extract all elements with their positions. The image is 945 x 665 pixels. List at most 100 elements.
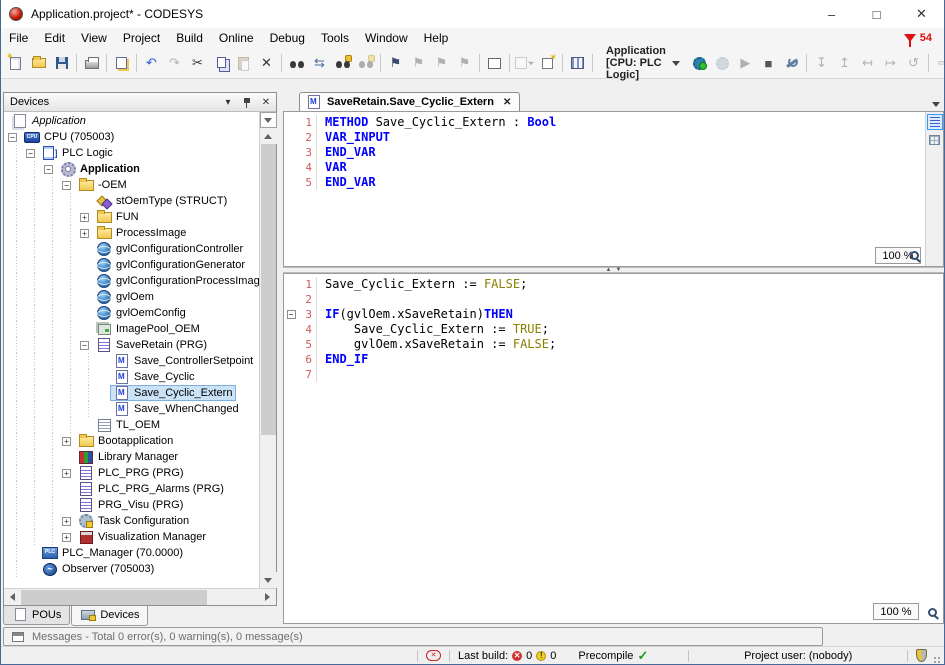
maximize-button[interactable]: □: [854, 0, 899, 28]
replace-in-project-button[interactable]: [354, 51, 377, 75]
code-text[interactable]: METHOD Save_Cyclic_Extern : Bool: [317, 115, 556, 130]
tree-item-content[interactable]: SaveRetain (PRG): [92, 337, 211, 353]
step-into-button[interactable]: ↥: [833, 51, 856, 75]
start-button[interactable]: ▶: [734, 51, 757, 75]
pending-changes-indicator[interactable]: 54: [904, 32, 944, 44]
step-over-button[interactable]: ↧: [810, 51, 833, 75]
tree-item-save-whenchanged[interactable]: Save_WhenChanged: [4, 401, 259, 417]
tree-item-content[interactable]: gvlOemConfig: [92, 305, 190, 321]
tree-item-gvlconfigurationgenerator[interactable]: gvlConfigurationGenerator: [4, 257, 259, 273]
cut-button[interactable]: ✂: [186, 51, 209, 75]
implementation-zoom-icon[interactable]: [923, 604, 941, 621]
tree-item-task-configuration[interactable]: +Task Configuration: [4, 513, 259, 529]
menu-window[interactable]: Window: [357, 29, 416, 47]
tree-item-processimage[interactable]: +ProcessImage: [4, 225, 259, 241]
tree-item-content[interactable]: gvlConfigurationProcessImage: [92, 273, 259, 289]
tree-horizontal-scrollbar[interactable]: [4, 588, 276, 605]
tree-item-gvlconfigurationprocessimage[interactable]: gvlConfigurationProcessImage: [4, 273, 259, 289]
tree-item-plc-prg-alarms-prg[interactable]: PLC_PRG_Alarms (PRG): [4, 481, 259, 497]
code-text[interactable]: [317, 292, 325, 307]
editor-tab[interactable]: SaveRetain.Save_Cyclic_Extern ✕: [299, 92, 520, 111]
tree-item-content[interactable]: stOemType (STRUCT): [92, 193, 231, 209]
active-application-selector[interactable]: Application [CPU: PLC Logic]: [596, 43, 688, 83]
print-button[interactable]: [80, 51, 103, 75]
save-project-button[interactable]: [50, 51, 73, 75]
scroll-right-button[interactable]: [259, 589, 276, 605]
code-text[interactable]: Save_Cyclic_Extern := TRUE;: [317, 322, 549, 337]
scroll-down-button[interactable]: [260, 572, 277, 588]
tree-item-content[interactable]: FUN: [92, 209, 143, 225]
vscroll-track[interactable]: [260, 144, 277, 572]
menu-file[interactable]: File: [1, 29, 36, 47]
panel-tab-pous[interactable]: POUs: [3, 606, 70, 625]
tree-item-content[interactable]: Visualization Manager: [74, 529, 210, 545]
stop-button[interactable]: ■: [757, 51, 780, 75]
tree-item-saveretain-prg[interactable]: −SaveRetain (PRG): [4, 337, 259, 353]
resize-grip[interactable]: [933, 656, 941, 664]
logout-button[interactable]: [711, 51, 734, 75]
tree-item-content[interactable]: PLC Logic: [38, 145, 117, 161]
menu-project[interactable]: Project: [115, 29, 168, 47]
find-button[interactable]: [285, 51, 308, 75]
tabular-view-button[interactable]: [927, 132, 943, 148]
tree-item-application[interactable]: Application: [4, 113, 259, 129]
tree-item-tl-oem[interactable]: TL_OEM: [4, 417, 259, 433]
menu-view[interactable]: View: [73, 29, 115, 47]
splitter-up-icon[interactable]: ▲: [606, 268, 612, 272]
declaration-editor[interactable]: 1METHOD Save_Cyclic_Extern : Bool2VAR_IN…: [283, 111, 944, 267]
tree-item-stoemtype-struct[interactable]: stOemType (STRUCT): [4, 193, 259, 209]
tree-item-prg-visu-prg[interactable]: PRG_Visu (PRG): [4, 497, 259, 513]
tree-item-content[interactable]: Save_Cyclic_Extern: [110, 385, 236, 401]
tree-item-content[interactable]: Task Configuration: [74, 513, 193, 529]
run-to-cursor-button[interactable]: ↦: [879, 51, 902, 75]
menu-edit[interactable]: Edit: [36, 29, 73, 47]
panel-close-icon[interactable]: ✕: [260, 96, 272, 108]
code-text[interactable]: Save_Cyclic_Extern := FALSE;: [317, 277, 527, 292]
show-next-statement-button[interactable]: ⇨: [932, 51, 945, 75]
hscroll-thumb[interactable]: [21, 590, 207, 605]
code-text[interactable]: gvlOem.xSaveRetain := FALSE;: [317, 337, 556, 352]
tree-item-content[interactable]: PRG_Visu (PRG): [74, 497, 187, 513]
tree-item-content[interactable]: PLC_PRG (PRG): [74, 465, 188, 481]
tree-item-content[interactable]: PLC_Manager (70.0000): [38, 545, 187, 561]
messages-bar[interactable]: Messages - Total 0 error(s), 0 warning(s…: [3, 627, 823, 646]
fold-collapse-icon[interactable]: −: [287, 310, 296, 319]
edit-object-button[interactable]: [566, 51, 589, 75]
tree-item-gvlconfigurationcontroller[interactable]: gvlConfigurationController: [4, 241, 259, 257]
tree-item-gvloemconfig[interactable]: gvlOemConfig: [4, 305, 259, 321]
tree-item-content[interactable]: ImagePool_OEM: [92, 321, 204, 337]
tree-item-content[interactable]: Save_Cyclic: [110, 369, 199, 385]
find-in-project-button[interactable]: [331, 51, 354, 75]
tree-item-content[interactable]: gvlConfigurationGenerator: [92, 257, 249, 273]
menu-build[interactable]: Build: [168, 29, 211, 47]
delete-button[interactable]: ✕: [255, 51, 278, 75]
copy-button[interactable]: [209, 51, 232, 75]
scroll-up-button[interactable]: [260, 128, 277, 144]
code-text[interactable]: IF(gvlOem.xSaveRetain)THEN: [317, 307, 513, 322]
new-project-button[interactable]: [4, 51, 27, 75]
code-text[interactable]: END_IF: [317, 352, 368, 367]
splitter-down-icon[interactable]: ▼: [616, 268, 622, 272]
paste-button[interactable]: [232, 51, 255, 75]
tree-dropdown-button[interactable]: [260, 112, 277, 128]
tree-item-fun[interactable]: +FUN: [4, 209, 259, 225]
tree-item-content[interactable]: Observer (705003): [38, 561, 158, 577]
clear-bookmarks-button[interactable]: ⚑: [453, 51, 476, 75]
replace-button[interactable]: ⇆: [308, 51, 331, 75]
implementation-editor[interactable]: 1Save_Cyclic_Extern := FALSE;2−3IF(gvlOe…: [283, 273, 944, 624]
undo-button[interactable]: ↶: [140, 51, 163, 75]
tree-item-content[interactable]: Bootapplication: [74, 433, 177, 449]
open-project-button[interactable]: [27, 51, 50, 75]
hscroll-track[interactable]: [21, 589, 259, 606]
tree-item-content[interactable]: Save_ControllerSetpoint: [110, 353, 257, 369]
tree-item-plc-logic[interactable]: −PLC Logic: [4, 145, 259, 161]
menu-debug[interactable]: Debug: [262, 29, 313, 47]
tree-item-plc-prg-prg[interactable]: +PLC_PRG (PRG): [4, 465, 259, 481]
expand-icon[interactable]: +: [80, 229, 89, 238]
code-text[interactable]: [317, 367, 325, 382]
collapse-icon[interactable]: −: [26, 149, 35, 158]
online-tools-button[interactable]: [780, 51, 803, 75]
vscroll-thumb[interactable]: [261, 144, 276, 435]
properties-window-button[interactable]: [483, 51, 506, 75]
code-text[interactable]: VAR: [317, 160, 347, 175]
